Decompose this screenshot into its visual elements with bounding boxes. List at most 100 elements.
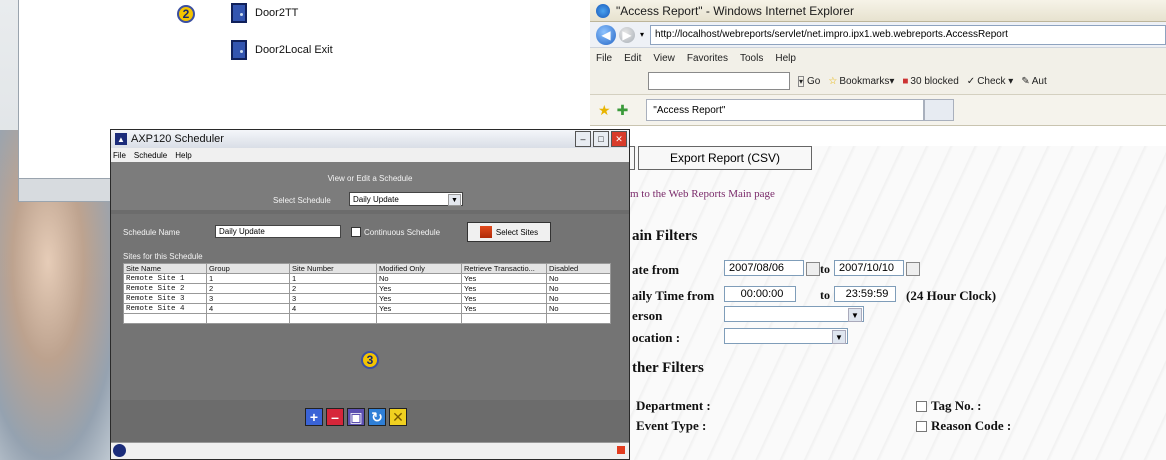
status-indicator-icon [617, 446, 625, 454]
column-header[interactable]: Modified Only [376, 263, 462, 274]
column-header[interactable]: Group [206, 263, 290, 274]
cell: No [546, 283, 611, 294]
table-row[interactable]: Remote Site 4 4 4 Yes Yes No [123, 303, 611, 314]
cell: No [546, 303, 611, 314]
history-dropdown-icon[interactable]: ▾ [640, 30, 644, 39]
menu-favorites[interactable]: Favorites [687, 53, 728, 64]
close-icon[interactable]: ✕ [611, 131, 627, 147]
date-to-value: 2007/10/10 [839, 262, 895, 274]
sites-label: Sites for this Schedule [123, 252, 203, 261]
calendar-icon[interactable] [906, 262, 920, 276]
date-from-input[interactable]: 2007/08/06 [724, 260, 804, 276]
export-csv-button[interactable]: Export Report (CSV) [638, 146, 812, 170]
autolink-button[interactable]: ✎ Aut [1021, 76, 1046, 87]
cell: No [376, 273, 462, 284]
menu-help[interactable]: Help [175, 151, 191, 160]
main-page-link[interactable]: m to the Web Reports Main page [630, 188, 775, 200]
checkbox-box[interactable] [916, 420, 927, 432]
door-item[interactable]: Door2TT [231, 3, 298, 23]
location-select[interactable]: ▼ [724, 328, 848, 344]
spellcheck-button[interactable]: ✓ Check ▾ [967, 76, 1014, 87]
menu-tools[interactable]: Tools [740, 53, 763, 64]
export-label: Export Report (CSV) [669, 151, 781, 165]
ie-tabbar: ★ ✚ "Access Report" [590, 95, 1166, 126]
menu-file[interactable]: File [596, 53, 612, 64]
column-header[interactable]: Site Number [289, 263, 377, 274]
minimize-icon[interactable]: – [575, 131, 591, 147]
popup-blocker-button[interactable]: ■ 30 blocked [902, 76, 958, 87]
close-schedule-icon[interactable]: ✕ [389, 408, 407, 426]
forward-icon[interactable]: ▶ [619, 26, 635, 43]
menu-schedule[interactable]: Schedule [134, 151, 167, 160]
event-type-label: Event Type : [636, 418, 706, 434]
step-badge-2: 2 [177, 5, 195, 23]
toolbar-search-field[interactable] [648, 72, 790, 90]
time-from-input[interactable]: 00:00:00 [724, 286, 796, 302]
url-field[interactable]: http://localhost/webreports/servlet/net.… [650, 24, 1166, 45]
back-icon[interactable]: ◀ [596, 24, 616, 45]
department-text: Department : [636, 398, 711, 413]
chevron-down-icon: ▼ [448, 194, 461, 206]
remove-icon[interactable]: – [326, 408, 344, 426]
url-text: http://localhost/webreports/servlet/net.… [655, 29, 1008, 40]
cell [123, 313, 207, 324]
cell: 3 [206, 293, 290, 304]
person-select[interactable]: ▼ [724, 306, 864, 322]
column-header[interactable]: Site Name [123, 263, 207, 274]
add-icon[interactable]: + [305, 408, 323, 426]
chevron-down-icon: ▼ [848, 308, 862, 322]
tab-access-report[interactable]: "Access Report" [646, 99, 925, 121]
column-header[interactable]: Disabled [546, 263, 611, 274]
checkbox-box[interactable] [916, 400, 927, 412]
schedule-name-value: Daily Update [219, 227, 265, 236]
add-favorite-icon[interactable]: ✚ [617, 102, 629, 119]
schedule-name-label: Schedule Name [123, 228, 180, 237]
location-label: ocation : [632, 330, 681, 345]
table-row[interactable] [123, 313, 611, 324]
checkbox-box[interactable] [351, 227, 361, 237]
table-row[interactable]: Remote Site 1 1 1 No Yes No [123, 273, 611, 284]
cell: 4 [206, 303, 290, 314]
cell: Yes [376, 293, 462, 304]
column-header[interactable]: Retrieve Transactio... [461, 263, 547, 274]
blocked-label: 30 blocked [910, 75, 959, 87]
ie-window-title: "Access Report" - Windows Internet Explo… [616, 3, 854, 18]
ie-titlebar: "Access Report" - Windows Internet Explo… [590, 0, 1166, 22]
maximize-icon[interactable]: □ [593, 131, 609, 147]
event-type-text: Event Type : [636, 418, 707, 433]
cell: Remote Site 2 [123, 283, 207, 294]
bookmarks-button[interactable]: ☆ Bookmarks▾ [828, 76, 894, 87]
table-row[interactable]: Remote Site 2 2 2 Yes Yes No [123, 283, 611, 294]
schedule-select[interactable]: Daily Update ▼ [349, 192, 463, 206]
time-to-input[interactable]: 23:59:59 [834, 286, 896, 302]
schedule-name-input[interactable]: Daily Update [215, 225, 341, 238]
continuous-schedule-checkbox[interactable]: Continuous Schedule [351, 227, 440, 237]
table-row[interactable]: Remote Site 3 3 3 Yes Yes No [123, 293, 611, 304]
door-item[interactable]: Door2Local Exit [231, 40, 333, 60]
menu-file[interactable]: File [113, 151, 126, 160]
go-button[interactable]: ▾ Go [798, 75, 820, 87]
menu-edit[interactable]: Edit [624, 53, 641, 64]
pencil-icon: ✎ [1021, 75, 1030, 87]
select-sites-button[interactable]: Select Sites [467, 222, 551, 242]
scheduler-titlebar: ▲ AXP120 Scheduler – □ ✕ [111, 130, 629, 148]
cell [376, 313, 462, 324]
date-to-input[interactable]: 2007/10/10 [834, 260, 904, 276]
other-filters-heading: ther Filters [632, 360, 704, 376]
cell: Yes [376, 303, 462, 314]
door-label: Door2TT [255, 7, 299, 19]
app-icon: ▲ [115, 133, 127, 145]
favorites-star-icon[interactable]: ★ [598, 102, 611, 119]
menu-view[interactable]: View [653, 53, 675, 64]
menu-help[interactable]: Help [775, 53, 796, 64]
reason-code-checkbox[interactable]: Reason Code : [916, 418, 1011, 434]
daily-time-label: aily Time from [632, 288, 715, 303]
date-to-label: to [820, 262, 830, 276]
ie-menubar: File Edit View Favorites Tools Help [590, 48, 1166, 68]
calendar-icon[interactable] [806, 262, 820, 276]
tag-no-checkbox[interactable]: Tag No. : [916, 398, 981, 414]
new-tab-button[interactable] [924, 99, 955, 121]
continuous-label: Continuous Schedule [364, 227, 441, 237]
save-icon[interactable]: ▣ [347, 408, 365, 426]
refresh-icon[interactable]: ↻ [368, 408, 386, 426]
